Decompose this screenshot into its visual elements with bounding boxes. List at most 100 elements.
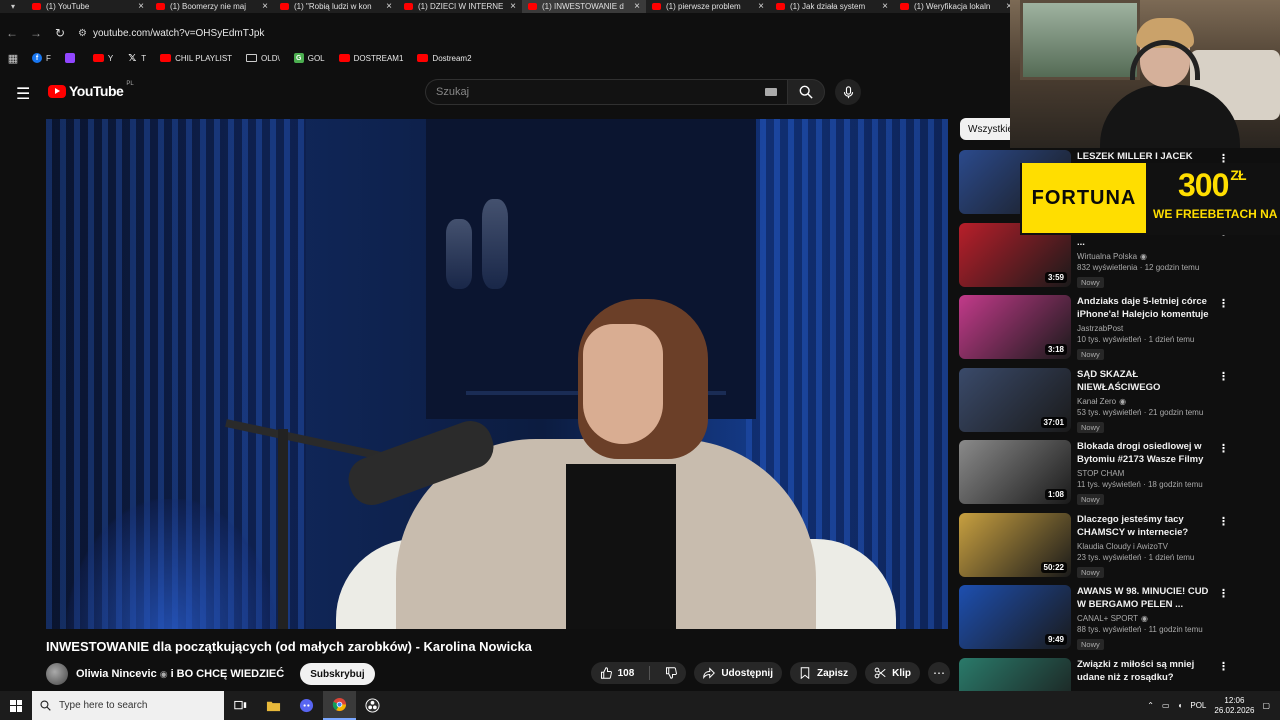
video-player[interactable] <box>46 119 948 629</box>
obs-icon[interactable] <box>356 691 389 720</box>
search-button[interactable] <box>787 79 825 105</box>
bookmark-item[interactable] <box>64 53 79 63</box>
video-duration: 9:49 <box>1044 634 1067 645</box>
browser-tab[interactable]: (1) INWESTOWANIE d × <box>522 0 646 13</box>
notifications-icon[interactable]: ▢ <box>1262 701 1270 710</box>
more-options-icon[interactable]: ⋮ <box>1218 370 1229 383</box>
recommended-title[interactable]: AWANS W 98. MINUCIE! CUD W BERGAMO PELEN… <box>1077 585 1217 611</box>
save-button[interactable]: Zapisz <box>789 662 858 684</box>
close-tab-icon[interactable]: × <box>882 1 888 12</box>
verified-icon: ◉ <box>1140 251 1148 261</box>
bookmark-item[interactable]: OLD\ <box>246 54 280 63</box>
tray-overflow-icon[interactable]: ⌃ <box>1147 701 1154 710</box>
chrome-icon[interactable] <box>323 691 356 720</box>
browser-tab[interactable]: (1) "Robią ludzi w kon × <box>274 0 398 13</box>
bookmark-item[interactable]: 𝕏T <box>127 53 146 64</box>
video-thumbnail[interactable]: 3:18 <box>959 295 1071 359</box>
volume-icon[interactable]: ◖ <box>1178 701 1183 710</box>
new-badge: Nowy <box>1077 566 1104 578</box>
recommended-channel[interactable]: Kanał Zero ◉ <box>1077 397 1217 406</box>
address-bar[interactable]: ⚙ youtube.com/watch?v=OHSyEdmTJpk <box>78 28 264 39</box>
recommended-title[interactable]: Związki z miłości są mniej udane niż z r… <box>1077 658 1217 684</box>
task-view-icon[interactable] <box>224 691 257 720</box>
recommended-channel[interactable]: JastrzabPost <box>1077 324 1217 333</box>
browser-tab[interactable]: (1) DZIECI W INTERNE × <box>398 0 522 13</box>
url-text[interactable]: youtube.com/watch?v=OHSyEdmTJpk <box>93 28 264 39</box>
channel-names[interactable]: Oliwia Nincevic ◉ i BO CHCĘ WIEDZIEĆ <box>76 668 284 680</box>
close-tab-icon[interactable]: × <box>758 1 764 12</box>
tab-title: (1) DZIECI W INTERNE <box>418 2 504 11</box>
browser-tab[interactable]: (1) Boomerzy nie maj × <box>150 0 274 13</box>
site-settings-icon[interactable]: ⚙ <box>78 28 87 39</box>
recommended-channel[interactable]: CANAL+ SPORT ◉ <box>1077 614 1217 623</box>
clip-button[interactable]: Klip <box>865 662 920 684</box>
browser-tab[interactable]: (1) pierwsze problem × <box>646 0 770 13</box>
video-thumbnail[interactable]: 37:01 <box>959 367 1071 432</box>
like-button[interactable]: 108 <box>591 662 644 684</box>
collab-channel-name[interactable]: BO CHCĘ WIEDZIEĆ <box>177 668 285 680</box>
recommended-stats: 53 tys. wyświetleń · 21 godzin temu <box>1077 407 1204 417</box>
browser-tab[interactable]: (1) Jak działa system × <box>770 0 894 13</box>
close-tab-icon[interactable]: × <box>386 1 392 12</box>
browser-tab[interactable]: (1) Weryfikacja lokaln× <box>894 0 1018 13</box>
more-options-icon[interactable]: ⋮ <box>1218 660 1229 673</box>
close-tab-icon[interactable]: × <box>262 1 268 12</box>
recommended-video[interactable]: 50:22 Dlaczego jesteśmy tacy CHAMSCY w in… <box>958 512 1230 579</box>
recommended-video[interactable]: 3:18 Andziaks daje 5-letniej córce iPhone… <box>958 295 1230 361</box>
search-input[interactable] <box>436 86 756 98</box>
file-explorer-icon[interactable] <box>257 691 290 720</box>
video-thumbnail[interactable]: 1:08 <box>959 440 1071 504</box>
menu-icon[interactable]: ☰ <box>16 84 30 104</box>
recommended-title[interactable]: Andziaks daje 5-letniej córce iPhone'a! … <box>1077 295 1217 321</box>
apps-grid-icon[interactable]: ▦ <box>8 53 18 65</box>
taskbar-search-input[interactable] <box>59 700 219 711</box>
recommended-video[interactable]: 9:49 AWANS W 98. MINUCIE! CUD W BERGAMO P… <box>958 585 1230 651</box>
browser-tab[interactable]: (1) YouTube × <box>26 0 150 13</box>
channel-avatar[interactable] <box>46 663 68 685</box>
recommended-video[interactable]: 1:08 Blokada drogi osiedlowej w Bytomiu #… <box>958 440 1230 506</box>
close-tab-icon[interactable]: × <box>138 1 144 12</box>
more-options-icon[interactable]: ⋮ <box>1218 515 1229 528</box>
keyboard-icon[interactable] <box>765 88 777 96</box>
share-button[interactable]: Udostępnij <box>694 662 782 684</box>
network-icon[interactable]: ▭ <box>1162 701 1170 710</box>
more-options-icon[interactable]: ⋮ <box>1218 587 1229 600</box>
recommended-title[interactable]: Dlaczego jesteśmy tacy CHAMSCY w interne… <box>1077 513 1217 539</box>
back-icon[interactable]: ← <box>0 26 24 40</box>
more-actions-icon[interactable]: ⋯ <box>928 662 950 684</box>
bookmark-item[interactable]: Dostream2 <box>417 54 472 63</box>
recommended-video[interactable]: 37:01 SĄD SKAZAŁ NIEWŁAŚCIWEGO MĘŻCZYZNĘ?… <box>958 367 1230 435</box>
video-thumbnail[interactable]: 50:22 <box>959 512 1071 577</box>
discord-icon[interactable] <box>290 691 323 720</box>
close-tab-icon[interactable]: × <box>510 1 516 12</box>
channel-name[interactable]: Oliwia Nincevic <box>76 668 157 680</box>
forward-icon[interactable]: → <box>24 26 48 40</box>
recommended-title[interactable]: LESZEK MILLER I JACEK <box>1077 150 1217 163</box>
tab-search-dropdown[interactable]: ▾ <box>0 0 26 13</box>
recommended-channel[interactable]: Wirtualna Polska ◉ <box>1077 252 1217 261</box>
close-tab-icon[interactable]: × <box>634 1 640 12</box>
youtube-logo[interactable]: YouTube PL <box>48 81 134 99</box>
clock[interactable]: 12:06 26.02.2026 <box>1214 696 1254 716</box>
voice-search-button[interactable] <box>835 79 861 105</box>
more-options-icon[interactable]: ⋮ <box>1218 297 1229 310</box>
language-indicator[interactable]: POL <box>1190 701 1206 710</box>
reload-icon[interactable]: ↻ <box>48 26 72 40</box>
video-frame-plant <box>66 499 276 629</box>
recommended-channel[interactable]: STOP CHAM <box>1077 469 1217 478</box>
recommended-title[interactable]: Blokada drogi osiedlowej w Bytomiu #2173… <box>1077 440 1217 466</box>
bookmark-item[interactable]: CHIL PLAYLIST <box>160 54 232 63</box>
bookmark-item[interactable]: Y <box>92 54 113 63</box>
bookmark-item[interactable]: fF <box>32 53 51 63</box>
dislike-button[interactable] <box>656 662 686 684</box>
bookmark-item[interactable]: G GOL <box>293 53 325 63</box>
video-thumbnail[interactable]: 9:49 <box>959 585 1071 649</box>
video-meta: AWANS W 98. MINUCIE! CUD W BERGAMO PELEN… <box>1077 585 1217 652</box>
video-meta: SĄD SKAZAŁ NIEWŁAŚCIWEGO MĘŻCZYZNĘ? RPO … <box>1077 368 1217 435</box>
recommended-title[interactable]: SĄD SKAZAŁ NIEWŁAŚCIWEGO MĘŻCZYZNĘ? RPO … <box>1077 368 1217 394</box>
bookmark-item[interactable]: DOSTREAM1 <box>338 54 403 63</box>
start-button[interactable] <box>0 691 32 720</box>
recommended-channel[interactable]: Klaudia Cloudy i AwizoTV <box>1077 542 1217 551</box>
subscribe-button[interactable]: Subskrybuj <box>300 663 375 685</box>
more-options-icon[interactable]: ⋮ <box>1218 442 1229 455</box>
